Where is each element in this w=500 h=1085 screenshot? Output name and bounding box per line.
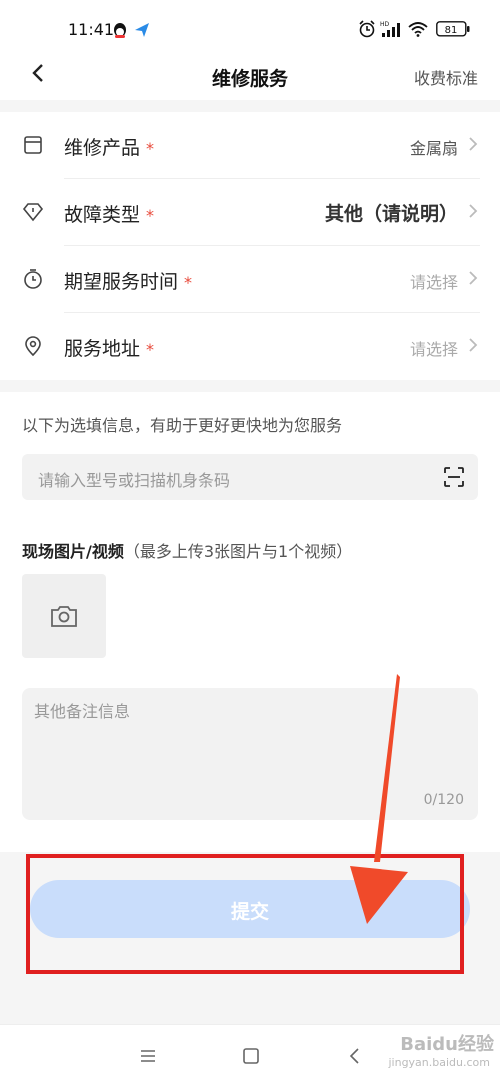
row-service-address[interactable]: 服务地址 * 请选择 [0, 313, 500, 379]
char-counter: 0/120 [423, 792, 464, 808]
row-value: 请选择 [409, 340, 458, 359]
qq-icon [112, 22, 128, 44]
remarks-placeholder: 其他备注信息 [34, 702, 131, 721]
home-icon[interactable] [240, 1045, 262, 1067]
media-upload-button[interactable] [22, 574, 106, 658]
row-fault-type[interactable]: 故障类型 * 其他（请说明） [0, 179, 500, 245]
stopwatch-icon [24, 269, 42, 289]
alarm-icon [358, 20, 376, 42]
row-repair-product[interactable]: 维修产品 * 金属扇 [0, 112, 500, 178]
model-input[interactable]: 请输入型号或扫描机身条码 [22, 454, 478, 500]
back-nav-icon[interactable] [344, 1045, 366, 1067]
diamond-fault-icon [22, 203, 44, 222]
highlight-box [26, 854, 464, 974]
media-title: 现场图片/视频（最多上传3张图片与1个视频） [22, 542, 353, 561]
row-label: 期望服务时间 * [64, 271, 193, 293]
chevron-right-icon [469, 271, 478, 285]
signal-icon: HD [380, 20, 402, 42]
camera-icon [51, 606, 77, 627]
model-input-placeholder: 请输入型号或扫描机身条码 [38, 471, 231, 490]
watermark-url: jingyan.baidu.com [388, 1056, 490, 1069]
wifi-icon [408, 21, 428, 41]
chevron-right-icon [469, 204, 478, 218]
row-label: 服务地址 * [64, 338, 155, 360]
send-arrow-icon [134, 22, 150, 42]
status-time: 11:41 [68, 20, 115, 39]
row-value: 请选择 [409, 273, 458, 292]
row-service-time[interactable]: 期望服务时间 * 请选择 [0, 246, 500, 312]
remarks-textarea[interactable]: 其他备注信息 0/120 [22, 688, 478, 820]
required-form-card: 维修产品 * 金属扇 故障类型 * 其他（请说明） 期望服务时间 * 请选择 服务地址… [0, 112, 500, 380]
scan-icon[interactable] [442, 465, 466, 489]
row-value: 金属扇 [409, 139, 458, 158]
location-pin-icon [25, 336, 41, 357]
row-label: 维修产品 * [64, 137, 155, 159]
watermark-logo: Baidu经验 [400, 1034, 494, 1055]
fee-standard-link[interactable]: 收费标准 [414, 65, 478, 89]
optional-hint: 以下为选填信息，有助于更好更快地为您服务 [22, 416, 343, 435]
row-value: 其他（请说明） [324, 203, 458, 225]
battery-icon: 81 [436, 21, 470, 41]
chevron-right-icon [469, 137, 478, 151]
svg-text:81: 81 [445, 25, 458, 36]
svg-text:HD: HD [380, 21, 390, 28]
product-box-icon [24, 136, 42, 154]
chevron-right-icon [469, 338, 478, 352]
row-label: 故障类型 * [64, 204, 155, 226]
header-bar: 维修服务 收费标准 [0, 50, 500, 100]
menu-icon[interactable] [137, 1045, 159, 1067]
